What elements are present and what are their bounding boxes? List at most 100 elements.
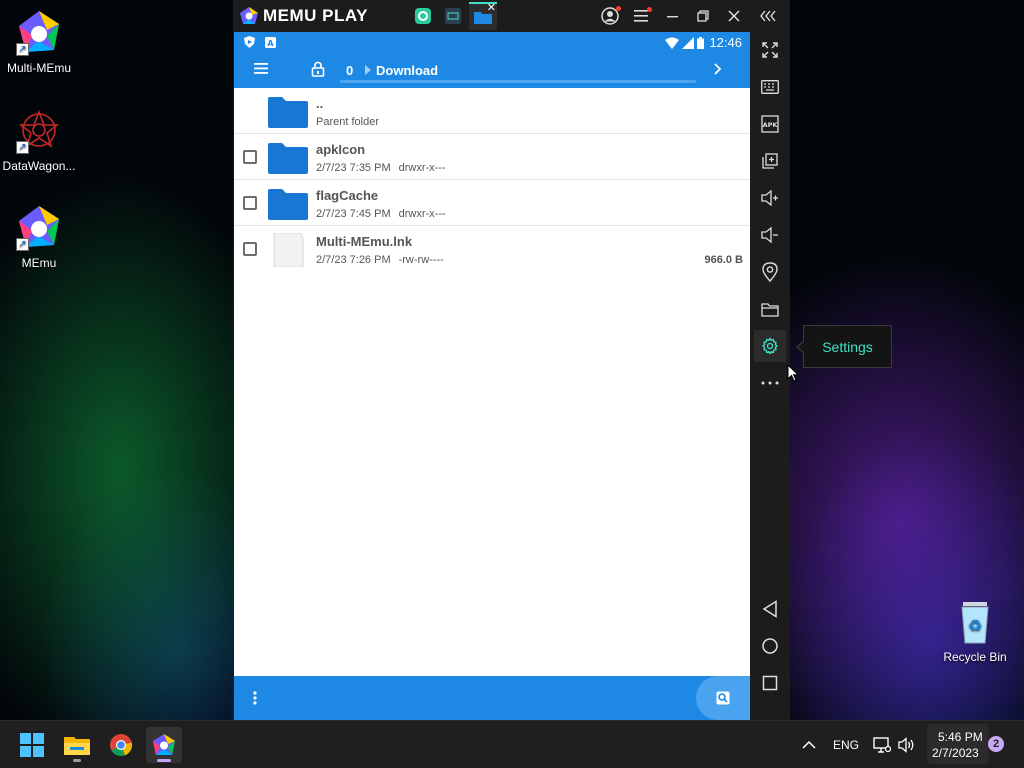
breadcrumb-current[interactable]: Download — [376, 63, 438, 78]
breadcrumb-scroll-indicator — [340, 80, 696, 83]
app-keyboard-icon — [445, 8, 461, 24]
settings-tooltip: Settings — [796, 325, 892, 368]
app-green-icon — [415, 8, 431, 24]
taskbar-chrome[interactable] — [103, 727, 139, 763]
parent-folder-row[interactable]: .. Parent folder — [234, 88, 750, 134]
location-button[interactable] — [754, 256, 786, 288]
minimize-icon — [667, 16, 678, 18]
windows-logo-icon — [20, 733, 44, 757]
menu-button[interactable] — [630, 4, 654, 28]
show-hidden-icons-button[interactable] — [802, 737, 816, 755]
shared-folder-button[interactable] — [754, 293, 786, 325]
search-button[interactable] — [696, 676, 750, 720]
app-tab-keyboard[interactable] — [439, 2, 467, 30]
svg-text:♻: ♻ — [968, 616, 982, 635]
breadcrumb-root[interactable]: 0 — [346, 63, 353, 78]
memu-titlebar[interactable]: MEMU PLAY ✕ — [233, 0, 790, 32]
clock-date: 2/7/2023 — [932, 746, 979, 760]
account-button[interactable] — [598, 4, 622, 28]
file-meta: 2/7/23 7:45 PM drwxr-x--- — [316, 208, 446, 220]
keyboard-mapping-button[interactable] — [754, 71, 786, 103]
row-checkbox[interactable] — [243, 242, 257, 256]
memu-side-toolbar: APK — [751, 32, 789, 720]
app-tab-green[interactable] — [409, 2, 437, 30]
volume-down-icon — [761, 227, 778, 243]
speaker-icon — [898, 737, 914, 753]
close-button[interactable] — [722, 4, 746, 28]
minimize-button[interactable] — [661, 4, 685, 28]
row-checkbox[interactable] — [243, 196, 257, 210]
android-back-button[interactable] — [754, 593, 786, 625]
notification-badge[interactable]: 2 — [988, 736, 1004, 752]
volume-up-button[interactable] — [754, 182, 786, 214]
app-tab-file-manager[interactable]: ✕ — [469, 2, 497, 30]
search-icon — [716, 691, 730, 705]
android-screen[interactable]: A 12:46 0 Download .. Parent folder apkI… — [234, 32, 750, 720]
volume-up-icon — [761, 190, 778, 206]
shield-icon — [244, 36, 255, 48]
memu-logo-icon — [240, 7, 258, 24]
memu-window: MEMU PLAY ✕ A 12:46 0 Download .. Parent… — [233, 0, 790, 720]
chevron-up-icon — [802, 740, 816, 749]
settings-button[interactable] — [754, 330, 786, 362]
file-manager-appbar: 0 Download — [234, 52, 750, 88]
file-explorer-icon — [64, 737, 90, 755]
add-window-icon — [762, 153, 778, 169]
battery-icon — [697, 36, 705, 49]
file-list: .. Parent folder apkIcon 2/7/23 7:35 PM d… — [234, 88, 750, 272]
desktop-icon-multi-memu[interactable]: ↗ Multi-MEmu — [1, 8, 77, 75]
network-button[interactable] — [873, 737, 892, 758]
desktop-icon-recycle-bin[interactable]: ♻ Recycle Bin — [937, 597, 1013, 664]
clock-area[interactable]: 5:46 PM 2/7/2023 — [927, 724, 989, 764]
triangle-back-icon — [762, 600, 777, 618]
file-permissions: -rw-rw---- — [398, 254, 444, 266]
drawer-button[interactable] — [254, 61, 272, 79]
install-apk-button[interactable]: APK — [754, 108, 786, 140]
multi-instance-button[interactable] — [754, 145, 786, 177]
shortcut-arrow-icon: ↗ — [16, 238, 29, 251]
android-home-button[interactable] — [754, 630, 786, 662]
folder-icon — [268, 97, 308, 128]
file-date: 2/7/23 7:35 PM — [316, 162, 391, 174]
svg-text:A: A — [267, 39, 274, 48]
file-name: apkIcon — [316, 142, 366, 157]
desktop-icon-memu[interactable]: ↗ MEmu — [1, 203, 77, 270]
list-item[interactable]: Multi-MEmu.lnk 2/7/23 7:26 PM -rw-rw---- … — [234, 226, 750, 272]
svg-text:APK: APK — [763, 121, 779, 129]
windows-taskbar: ENG 5:46 PM 2/7/2023 2 — [0, 720, 1024, 768]
overflow-menu-button[interactable] — [252, 690, 260, 706]
volume-button[interactable] — [898, 737, 916, 758]
triple-chevron-left-icon — [760, 10, 776, 22]
android-recents-button[interactable] — [754, 667, 786, 699]
start-button[interactable] — [14, 727, 50, 763]
more-options-button[interactable] — [754, 367, 786, 399]
location-pin-icon — [762, 262, 778, 282]
file-permissions: drwxr-x--- — [398, 162, 446, 174]
hamburger-menu-icon — [254, 63, 268, 74]
datawagon-icon: ↗ — [14, 106, 64, 156]
list-item[interactable]: apkIcon 2/7/23 7:35 PM drwxr-x--- — [234, 134, 750, 180]
taskbar-file-explorer[interactable] — [59, 727, 95, 763]
breadcrumb-forward-button[interactable] — [712, 62, 722, 80]
collapse-sidebar-button[interactable] — [757, 4, 781, 28]
breadcrumb-chevron-icon — [365, 65, 371, 75]
shortcut-arrow-icon: ↗ — [16, 141, 29, 154]
multi-memu-icon: ↗ — [14, 8, 64, 58]
language-indicator[interactable]: ENG — [833, 738, 859, 752]
memu-taskbar-icon — [153, 734, 175, 755]
file-icon — [273, 233, 304, 267]
list-item[interactable]: flagCache 2/7/23 7:45 PM drwxr-x--- — [234, 180, 750, 226]
chevron-right-icon — [714, 63, 722, 75]
desktop-icon-datawagon[interactable]: ↗ DataWagon... — [1, 106, 77, 173]
file-name: flagCache — [316, 188, 379, 203]
file-date: 2/7/23 7:26 PM — [316, 254, 391, 266]
wifi-icon — [665, 37, 680, 49]
restore-button[interactable] — [691, 4, 715, 28]
fullscreen-button[interactable] — [754, 34, 786, 66]
volume-down-button[interactable] — [754, 219, 786, 251]
shortcut-arrow-icon: ↗ — [16, 43, 29, 56]
taskbar-memu[interactable] — [146, 727, 182, 763]
close-tab-icon[interactable]: ✕ — [487, 1, 496, 14]
row-checkbox[interactable] — [243, 150, 257, 164]
lock-button[interactable] — [311, 61, 325, 82]
